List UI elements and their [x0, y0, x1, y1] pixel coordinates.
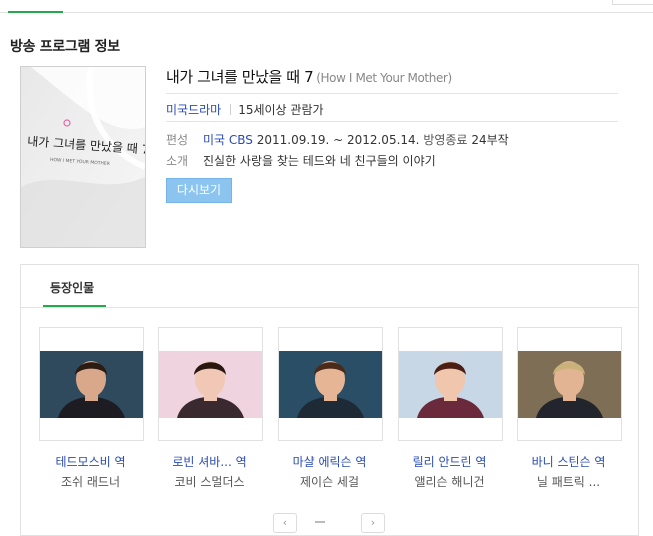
cast-role[interactable]: 마샬 에릭슨 역: [277, 453, 382, 470]
age-rating: 15세이상 관람가: [238, 103, 324, 117]
cast-section: 등장인물 테드모스비 역조쉬 래드너 로빈 셔바... 역코비 스멀더스 마샬 에릭…: [20, 264, 639, 536]
section-title: 방송 프로그램 정보: [10, 39, 120, 55]
divider: [166, 121, 618, 122]
cast-role[interactable]: 바니 스틴슨 역: [516, 453, 621, 470]
divider: [166, 93, 618, 94]
cast-role[interactable]: 릴리 안드린 역: [397, 453, 502, 470]
divider-bar: [230, 104, 232, 115]
channel-link[interactable]: 미국 CBS: [203, 133, 253, 147]
cast-actor[interactable]: 닐 패트릭 ...: [516, 473, 621, 490]
summary-text: 진실한 사랑을 찾는 테드와 네 친구들의 이야기: [203, 154, 436, 168]
cast-card[interactable]: [517, 327, 622, 441]
top-tab-active-indicator: [8, 11, 63, 13]
cast-actor[interactable]: 조쉬 래드너: [38, 473, 143, 490]
cast-actor[interactable]: 코비 스멀더스: [157, 473, 262, 490]
pager-prev-button[interactable]: ‹: [273, 513, 297, 533]
program-title-english: (How I Met Your Mother): [316, 71, 452, 85]
cast-card[interactable]: [39, 327, 144, 441]
cast-role[interactable]: 테드모스비 역: [38, 453, 143, 470]
genre-link[interactable]: 미국드라마: [166, 103, 221, 117]
cast-photo[interactable]: [40, 351, 143, 418]
cast-role[interactable]: 로빈 셔바... 역: [157, 453, 262, 470]
program-poster[interactable]: 내가 그녀를 만났을 때 7 HOW I MET YOUR MOTHER: [20, 66, 146, 248]
broadcast-period: 2011.09.19. ~ 2012.05.14.: [256, 133, 420, 147]
cast-photo[interactable]: [399, 351, 502, 418]
cast-photo[interactable]: [279, 351, 382, 418]
program-title-korean[interactable]: 내가 그녀를 만났을 때 7: [166, 68, 314, 86]
summary-row: 소개 진실한 사랑을 찾는 테드와 네 친구들의 이야기: [166, 152, 436, 169]
top-right-control[interactable]: [612, 0, 653, 5]
cast-card[interactable]: [278, 327, 383, 441]
summary-label: 소개: [166, 154, 189, 168]
program-info: 내가 그녀를 만났을 때 7 (How I Met Your Mother) 미국…: [166, 66, 618, 203]
broadcast-label: 편성: [166, 133, 189, 147]
top-tab-bar: [0, 0, 653, 13]
cast-actor[interactable]: 제이슨 세걸: [277, 473, 382, 490]
genre-row: 미국드라마 15세이상 관람가: [166, 101, 324, 118]
rewatch-button[interactable]: 다시보기: [166, 178, 232, 203]
cast-tab[interactable]: 등장인물: [50, 279, 94, 296]
pager-next-button[interactable]: ›: [361, 513, 385, 533]
program-title[interactable]: 내가 그녀를 만났을 때 7 (How I Met Your Mother): [166, 66, 618, 87]
poster-image: 내가 그녀를 만났을 때 7 HOW I MET YOUR MOTHER: [21, 67, 145, 247]
broadcast-row: 편성 미국 CBS 2011.09.19. ~ 2012.05.14. 방영종료 …: [166, 131, 509, 148]
episode-count: 24부작: [471, 133, 509, 147]
broadcast-status: 방영종료: [423, 133, 468, 147]
cast-photo[interactable]: [518, 351, 621, 418]
divider: [21, 307, 638, 308]
cast-actor[interactable]: 앨리슨 해니건: [397, 473, 502, 490]
cast-photo[interactable]: [159, 351, 262, 418]
cast-card[interactable]: [158, 327, 263, 441]
cast-card[interactable]: [398, 327, 503, 441]
